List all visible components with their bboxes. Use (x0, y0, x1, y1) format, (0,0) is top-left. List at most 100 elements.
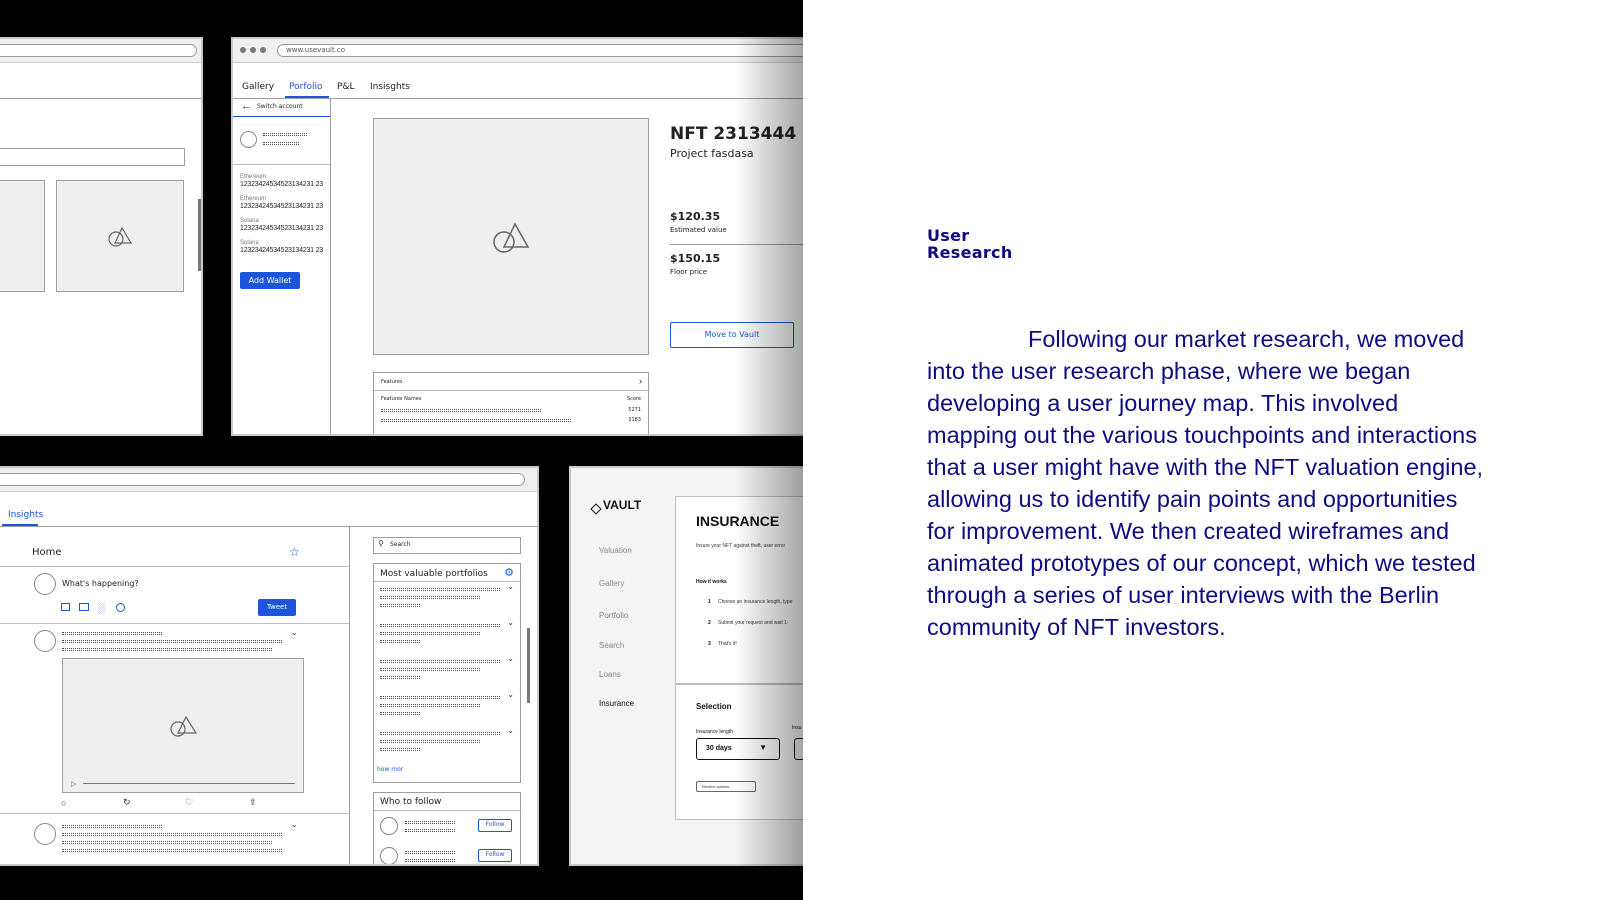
search-field[interactable]: ⚲ Search (373, 537, 521, 554)
back-arrow-icon[interactable]: ← (241, 100, 252, 112)
nav-portfolio[interactable]: Portfolio (599, 611, 628, 620)
browser-chrome (0, 468, 537, 492)
nft-image-placeholder (373, 118, 649, 355)
url-bar[interactable] (0, 473, 525, 486)
nav-loans[interactable]: Loans (599, 670, 621, 679)
step-text: That's it! (718, 641, 737, 647)
url-bar[interactable]: www.usevault.co (277, 44, 803, 57)
article-body: Following our market research, we moved … (927, 326, 1484, 640)
selected-length: 30 days (706, 745, 732, 752)
url-bar[interactable] (0, 44, 197, 57)
switch-account-link[interactable]: Switch account (257, 103, 303, 110)
tab-insights[interactable]: Insisghts (370, 82, 410, 92)
image-icon[interactable] (61, 603, 70, 611)
insurance-type-label: Insu (792, 725, 802, 731)
image-placeholder-icon (108, 226, 133, 247)
follow-button[interactable]: Follow (478, 849, 512, 862)
features-panel: Features › Features Names Score 5271 318… (373, 372, 650, 434)
insurance-card: INSURANCE Insure your NFT against theft,… (675, 496, 803, 684)
window-dot-icon[interactable] (240, 47, 246, 53)
wallet-address: 12323424534523134231 23 (240, 247, 323, 254)
nav-insurance[interactable]: Insurance (599, 699, 634, 708)
tab-portfolio[interactable]: Porfolio (289, 82, 323, 92)
insurance-intro: Insure your NFT against theft, user erro… (696, 543, 786, 549)
add-wallet-button[interactable]: Add Wallet (240, 272, 300, 289)
features-column-score: Score (626, 396, 641, 402)
chevron-down-icon[interactable]: ⌄ (291, 628, 298, 637)
scrollbar[interactable] (198, 199, 201, 271)
wallet-address: 12323424534523134231 23 (240, 181, 323, 188)
vault-logo[interactable]: VAULT (603, 498, 641, 512)
chevron-down-icon[interactable]: ⌄ (507, 582, 514, 591)
share-icon[interactable]: ⇪ (249, 797, 257, 808)
follow-button[interactable]: Follow (478, 819, 512, 832)
show-more-link[interactable]: how mor (377, 766, 403, 773)
window-dot-icon[interactable] (250, 47, 256, 53)
chevron-down-icon[interactable]: ⌄ (507, 618, 514, 627)
emoji-icon[interactable] (116, 603, 125, 612)
chevron-down-icon[interactable]: ⌄ (507, 726, 514, 735)
feature-score: 5271 (628, 407, 641, 413)
avatar (380, 847, 398, 864)
floor-price: $150.15 (670, 252, 721, 265)
gear-icon[interactable]: ⚙ (504, 566, 514, 579)
compose-input[interactable]: What's happening? (62, 579, 139, 588)
like-icon[interactable]: ♡ (185, 797, 193, 808)
review-options-button[interactable]: Review options (696, 781, 756, 792)
nav-search[interactable]: Search (599, 641, 624, 650)
insurance-type-select[interactable] (794, 738, 803, 760)
home-title: Home (32, 547, 62, 558)
nav-valuation[interactable]: Valuation (599, 546, 632, 555)
who-to-follow-panel: Who to follow Follow Follow (373, 792, 522, 864)
step-number: 1 (708, 599, 711, 605)
chevron-right-icon[interactable]: › (639, 376, 642, 386)
avatar (34, 630, 56, 652)
star-icon[interactable]: ☆ (289, 545, 300, 559)
video-progress[interactable] (83, 783, 295, 784)
wireframe-window-top-left (0, 37, 203, 436)
heading-line: Research (927, 243, 1013, 262)
window-dot-icon[interactable] (260, 47, 266, 53)
tab-insights[interactable]: Insights (8, 510, 43, 520)
avatar (240, 131, 257, 148)
scrollbar[interactable] (527, 628, 530, 703)
tab-gallery[interactable]: Gallery (242, 82, 274, 92)
wireframe-window-insights: Insights Home ☆ What's happening? ░ Twee… (0, 466, 539, 866)
estimated-value-label: Estimated value (670, 226, 727, 234)
review-options-label: Review options (702, 784, 730, 789)
feature-score: 3183 (628, 417, 641, 423)
browser-chrome (0, 39, 201, 63)
poll-icon[interactable]: ░ (98, 603, 104, 613)
wallet-label: Ethereum (240, 174, 267, 180)
chevron-down-icon[interactable]: ⌄ (507, 654, 514, 663)
move-to-vault-button[interactable]: Move to Vault (670, 322, 794, 348)
chevron-down-icon[interactable]: ⌄ (507, 690, 514, 699)
wireframe-window-portfolio: www.usevault.co Gallery Porfolio P&L Ins… (231, 37, 803, 436)
nav-gallery[interactable]: Gallery (599, 579, 624, 588)
section-heading: User Research (927, 227, 1013, 261)
gif-icon[interactable] (79, 603, 89, 611)
play-icon[interactable]: ▷ (71, 780, 76, 788)
who-to-follow-title: Who to follow (380, 797, 442, 807)
features-title: Features (381, 379, 403, 385)
image-placeholder (0, 180, 45, 292)
features-column-names: Features Names (381, 396, 422, 402)
wallet-address: 12323424534523134231 23 (240, 225, 323, 232)
search-field[interactable] (0, 148, 185, 166)
avatar (34, 823, 56, 845)
step-number: 3 (708, 641, 711, 647)
chevron-down-icon[interactable]: ⌄ (291, 820, 298, 829)
portfolios-title: Most valuable portfolios (380, 569, 488, 579)
tweet-button[interactable]: Tweet (258, 599, 296, 616)
reply-icon[interactable]: ○ (61, 798, 66, 808)
retweet-icon[interactable]: ↻ (123, 797, 131, 808)
selection-title: Selection (696, 702, 732, 711)
dropdown-arrow-icon: ▼ (759, 743, 767, 752)
insurance-length-select[interactable]: 30 days ▼ (696, 738, 780, 760)
avatar (380, 817, 398, 835)
tab-pnl[interactable]: P&L (337, 82, 354, 92)
vault-logo-icon (590, 503, 602, 515)
estimated-value: $120.35 (670, 210, 721, 223)
wireframe-window-insurance: VAULT Valuation Gallery Portfolio Search… (569, 466, 803, 866)
search-placeholder: Search (390, 541, 411, 548)
